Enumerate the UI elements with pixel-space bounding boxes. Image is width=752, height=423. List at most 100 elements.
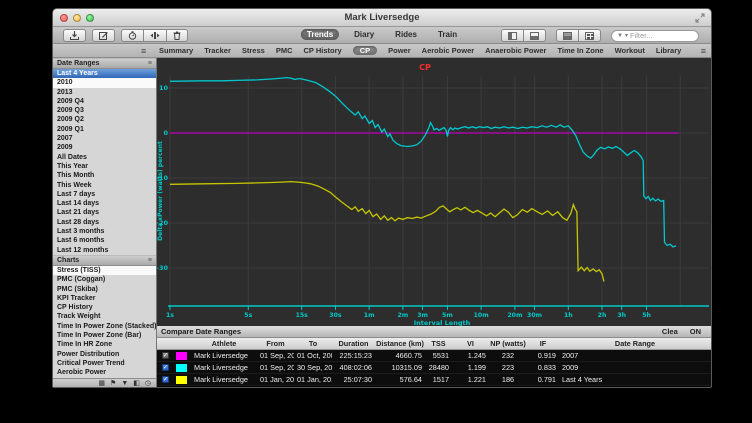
column-header: From: [257, 339, 294, 348]
title-bar[interactable]: Mark Liversedge: [53, 9, 711, 27]
chart-item[interactable]: CP History: [53, 303, 156, 312]
zoom-icon[interactable]: [86, 14, 94, 22]
chart-menu-icon[interactable]: ≡: [701, 46, 706, 56]
minimize-icon[interactable]: [73, 14, 81, 22]
chart-tab-time-in-zone[interactable]: Time In Zone: [557, 46, 603, 55]
series-color-swatch: [176, 376, 187, 384]
date-range-item[interactable]: Last 4 Years: [53, 69, 156, 78]
compare-row[interactable]: ✓Mark Liversedge01 Jan, 201101 Jan, 2015…: [157, 374, 711, 386]
date-ranges-menu-icon[interactable]: ≡: [148, 59, 152, 68]
date-range-item[interactable]: Last 21 days: [53, 208, 156, 217]
stopwatch-button[interactable]: [121, 29, 144, 42]
tiled-view-button[interactable]: [579, 29, 601, 42]
date-range-item[interactable]: Last 14 days: [53, 199, 156, 208]
x-tick-label: 10m: [474, 312, 489, 319]
edit-icon: [99, 31, 108, 40]
chart-item[interactable]: KPI Tracker: [53, 294, 156, 303]
tabbed-view-button[interactable]: [556, 29, 579, 42]
tab-trends[interactable]: Trends: [301, 29, 339, 40]
chart-tab-tracker[interactable]: Tracker: [204, 46, 231, 55]
column-header: To: [294, 339, 332, 348]
date-range-item[interactable]: Last 7 days: [53, 190, 156, 199]
column-header: VI: [452, 339, 489, 348]
chart-item[interactable]: Stress (TISS): [53, 266, 156, 275]
chart-tab-summary[interactable]: Summary: [159, 46, 193, 55]
on-toggle[interactable]: ON: [684, 327, 707, 336]
date-range-item[interactable]: This Week: [53, 181, 156, 190]
row-checkbox[interactable]: ✓: [162, 352, 169, 359]
cp-chart[interactable]: 100-10-20-301s5s15s30s1m2m3m5m10m20m30m1…: [157, 58, 711, 326]
chart-tab-cp-history[interactable]: CP History: [304, 46, 342, 55]
lowbar-toggle-button[interactable]: [524, 29, 546, 42]
date-range-item[interactable]: 2009 Q4: [53, 97, 156, 106]
filter-placeholder: Filter...: [630, 31, 653, 40]
chart-item[interactable]: Time In Power Zone (Bar): [53, 331, 156, 340]
chart-tab-aerobic-power[interactable]: Aerobic Power: [422, 46, 475, 55]
clear-button[interactable]: Clea: [656, 327, 684, 336]
chart-tab-library[interactable]: Library: [656, 46, 681, 55]
date-range-item[interactable]: 2009: [53, 143, 156, 152]
tiled-view-icon: [585, 32, 594, 40]
x-tick-label: 30s: [329, 312, 342, 319]
delete-button[interactable]: [167, 29, 188, 42]
chart-tab-cp[interactable]: CP: [353, 46, 377, 55]
charts-menu-icon[interactable]: ≡: [148, 256, 152, 265]
clock-icon[interactable]: ◷: [145, 379, 151, 388]
filter-input[interactable]: ▼ ▾ Filter...: [611, 30, 699, 42]
sidebar-toggle-button[interactable]: [501, 29, 524, 42]
cell-athlete: Mark Liversedge: [191, 363, 257, 372]
compare-row[interactable]: ✓Mark Liversedge01 Sep, 200830 Sep, 2009…: [157, 362, 711, 374]
chart-item[interactable]: Time In HR Zone: [53, 340, 156, 349]
cell-if: 0.833: [527, 363, 559, 372]
cell-tss: 28480: [425, 363, 452, 372]
cell-duration: 225:15:23: [332, 351, 375, 360]
date-range-item[interactable]: 2009 Q3: [53, 106, 156, 115]
date-range-item[interactable]: 2009 Q1: [53, 125, 156, 134]
date-range-item[interactable]: Last 12 months: [53, 246, 156, 255]
y-tick-label: 0: [163, 129, 168, 137]
row-checkbox[interactable]: ✓: [162, 364, 169, 371]
row-checkbox[interactable]: ✓: [162, 376, 169, 383]
chart-tab-stress[interactable]: Stress: [242, 46, 265, 55]
tab-train[interactable]: Train: [432, 29, 463, 40]
chart-item[interactable]: Aerobic Power: [53, 368, 156, 377]
chart-item[interactable]: PMC (Coggan): [53, 275, 156, 284]
x-axis-label: Interval Length: [414, 319, 471, 326]
chart-tab-workout[interactable]: Workout: [615, 46, 645, 55]
sidebar-menu-icon[interactable]: ≡: [141, 46, 146, 56]
compare-row[interactable]: ✓Mark Liversedge01 Sep, 200601 Oct, 2007…: [157, 350, 711, 362]
tab-rides[interactable]: Rides: [389, 29, 423, 40]
chart-item[interactable]: Power Distribution: [53, 350, 156, 359]
close-icon[interactable]: [60, 14, 68, 22]
chart-icon[interactable]: ◧: [133, 379, 140, 388]
chart-item[interactable]: Track Weight: [53, 312, 156, 321]
tab-diary[interactable]: Diary: [348, 29, 380, 40]
date-range-item[interactable]: Last 3 months: [53, 227, 156, 236]
date-range-item[interactable]: Last 6 months: [53, 236, 156, 245]
trash-icon: [173, 31, 181, 40]
x-tick-label: 5m: [442, 312, 453, 319]
chart-tab-anaerobic-power[interactable]: Anaerobic Power: [485, 46, 546, 55]
date-range-item[interactable]: 2007: [53, 134, 156, 143]
chart-item[interactable]: PMC (Skiba): [53, 285, 156, 294]
calendar-icon[interactable]: ▦: [98, 379, 105, 388]
date-range-item[interactable]: This Year: [53, 162, 156, 171]
date-range-item[interactable]: 2013: [53, 88, 156, 97]
cell-date_range: Last 4 Years: [559, 375, 711, 384]
fullscreen-icon[interactable]: [695, 13, 705, 23]
date-range-item[interactable]: 2010: [53, 78, 156, 87]
date-range-item[interactable]: This Month: [53, 171, 156, 180]
date-range-item[interactable]: 2009 Q2: [53, 115, 156, 124]
edit-button[interactable]: [92, 29, 115, 42]
download-button[interactable]: [63, 29, 86, 42]
date-range-item[interactable]: All Dates: [53, 153, 156, 162]
chart-item[interactable]: Time In Power Zone (Stacked): [53, 322, 156, 331]
chart-item[interactable]: Critical Power Trend: [53, 359, 156, 368]
date-range-item[interactable]: Last 28 days: [53, 218, 156, 227]
chart-tab-power[interactable]: Power: [388, 46, 411, 55]
cell-duration: 408:02:06: [332, 363, 375, 372]
chart-tab-pmc[interactable]: PMC: [276, 46, 293, 55]
bookmark-icon[interactable]: ⚑: [110, 379, 116, 388]
filter-icon[interactable]: ▼: [121, 379, 128, 388]
split-button[interactable]: [144, 29, 167, 42]
